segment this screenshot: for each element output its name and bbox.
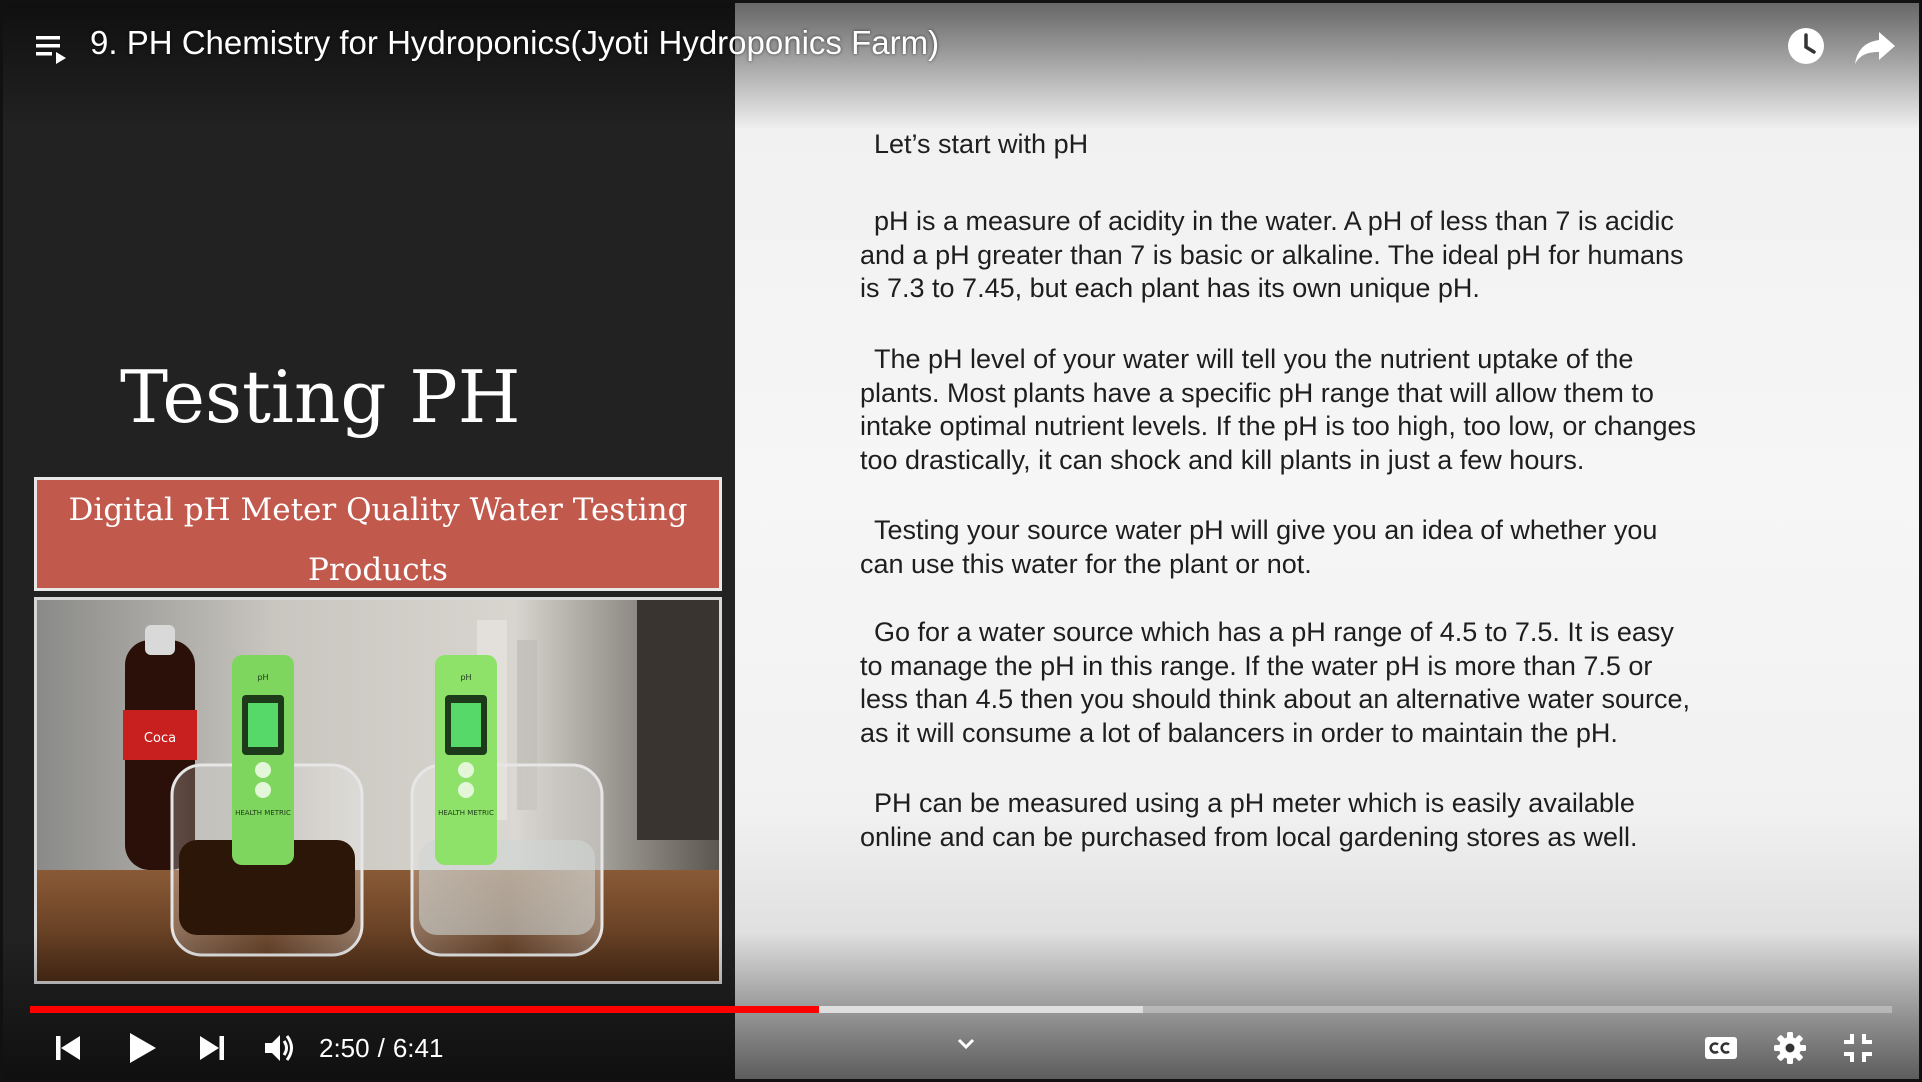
slide-left-panel: Testing PH Digital pH Meter Quality Wate…: [0, 0, 735, 1082]
meter-label-2: pH: [460, 673, 471, 682]
paragraph-line: can use this water for the plant or not.: [860, 548, 1312, 579]
paragraph-line: PH can be measured using a pH meter whic…: [874, 788, 1635, 818]
meter-label-1: pH: [257, 673, 268, 682]
paragraph-line: less than 4.5 then you should think abou…: [860, 684, 1691, 714]
more-videos-button[interactable]: [952, 1034, 980, 1054]
paragraph-line: Go for a water source which has a pH ran…: [874, 617, 1674, 647]
paragraph-ph-range: Go for a water source which has a pH ran…: [860, 616, 1690, 750]
intro-line: Let’s start with pH: [860, 128, 1088, 162]
skip-next-icon: [200, 1036, 224, 1060]
exit-fullscreen-button[interactable]: [1840, 1030, 1876, 1066]
share-button[interactable]: [1851, 24, 1899, 68]
meter-brand-2: HEALTH METRIC: [438, 809, 494, 817]
volume-icon: [265, 1035, 293, 1061]
meter-brand-1: HEALTH METRIC: [235, 809, 291, 817]
paragraph-line: to manage the pH in this range. If the w…: [860, 650, 1653, 681]
settings-button[interactable]: [1772, 1030, 1808, 1066]
banner-text: Digital pH Meter Quality Water Testing P…: [37, 480, 719, 600]
progress-played: [30, 1006, 820, 1013]
intro-text: Let’s start with pH: [874, 129, 1089, 159]
play-icon: [130, 1033, 156, 1063]
svg-text:Coca: Coca: [144, 731, 176, 746]
next-button[interactable]: [196, 1030, 228, 1066]
play-button[interactable]: [124, 1028, 160, 1068]
playlist-icon: [36, 36, 66, 64]
clock-icon: [1788, 28, 1824, 64]
paragraph-line: online and can be purchased from local g…: [860, 821, 1638, 852]
banner-line-2: Products: [308, 552, 448, 588]
top-bar: 9. PH Chemistry for Hydroponics(Jyoti Hy…: [0, 0, 1922, 90]
paragraph-line: too drastically, it can shock and kill p…: [860, 444, 1585, 475]
paragraph-line: as it will consume a lot of balancers in…: [860, 717, 1618, 748]
skip-previous-icon: [56, 1036, 80, 1060]
watch-later-button[interactable]: [1784, 24, 1828, 68]
paragraph-line: The pH level of your water will tell you…: [874, 344, 1634, 374]
paragraph-ph-meter: PH can be measured using a pH meter whic…: [860, 787, 1637, 854]
previous-button[interactable]: [52, 1030, 84, 1066]
video-player[interactable]: Testing PH Digital pH Meter Quality Wate…: [0, 0, 1922, 1082]
volume-button[interactable]: [262, 1030, 298, 1066]
paragraph-line: pH is a measure of acidity in the water.…: [874, 206, 1674, 236]
gear-icon: [1774, 1032, 1806, 1064]
chevron-down-icon: [957, 1038, 975, 1050]
video-title[interactable]: 9. PH Chemistry for Hydroponics(Jyoti Hy…: [90, 24, 939, 62]
paragraph-nutrient-uptake: The pH level of your water will tell you…: [860, 343, 1696, 477]
time-display: 2:50/6:41: [319, 1033, 443, 1064]
paragraph-line: is 7.3 to 7.45, but each plant has its o…: [860, 273, 1480, 303]
slide-banner: Digital pH Meter Quality Water Testing P…: [34, 477, 722, 591]
slide-heading: Testing PH: [120, 355, 521, 439]
paragraph-line: plants. Most plants have a specific pH r…: [860, 377, 1654, 408]
banner-line-1: Digital pH Meter Quality Water Testing: [68, 492, 688, 528]
product-photo: Coca pH HEALTH METRIC pH HEALTH METRIC: [34, 597, 722, 984]
total-time: 6:41: [392, 1033, 444, 1063]
playlist-button[interactable]: [30, 26, 74, 70]
cc-icon: [1705, 1037, 1737, 1059]
paragraph-ph-definition: pH is a measure of acidity in the water.…: [860, 205, 1683, 306]
exit-fullscreen-icon: [1844, 1034, 1872, 1062]
paragraph-line: intake optimal nutrient levels. If the p…: [860, 411, 1696, 441]
paragraph-line: and a pH greater than 7 is basic or alka…: [860, 239, 1684, 270]
paragraph-line: Testing your source water pH will give y…: [874, 515, 1658, 545]
time-separator: /: [377, 1033, 385, 1063]
share-arrow-icon: [1855, 32, 1895, 64]
current-time: 2:50: [319, 1033, 370, 1063]
captions-button[interactable]: [1703, 1031, 1739, 1065]
progress-bar[interactable]: [30, 1006, 1892, 1013]
paragraph-source-water: Testing your source water pH will give y…: [860, 514, 1657, 581]
